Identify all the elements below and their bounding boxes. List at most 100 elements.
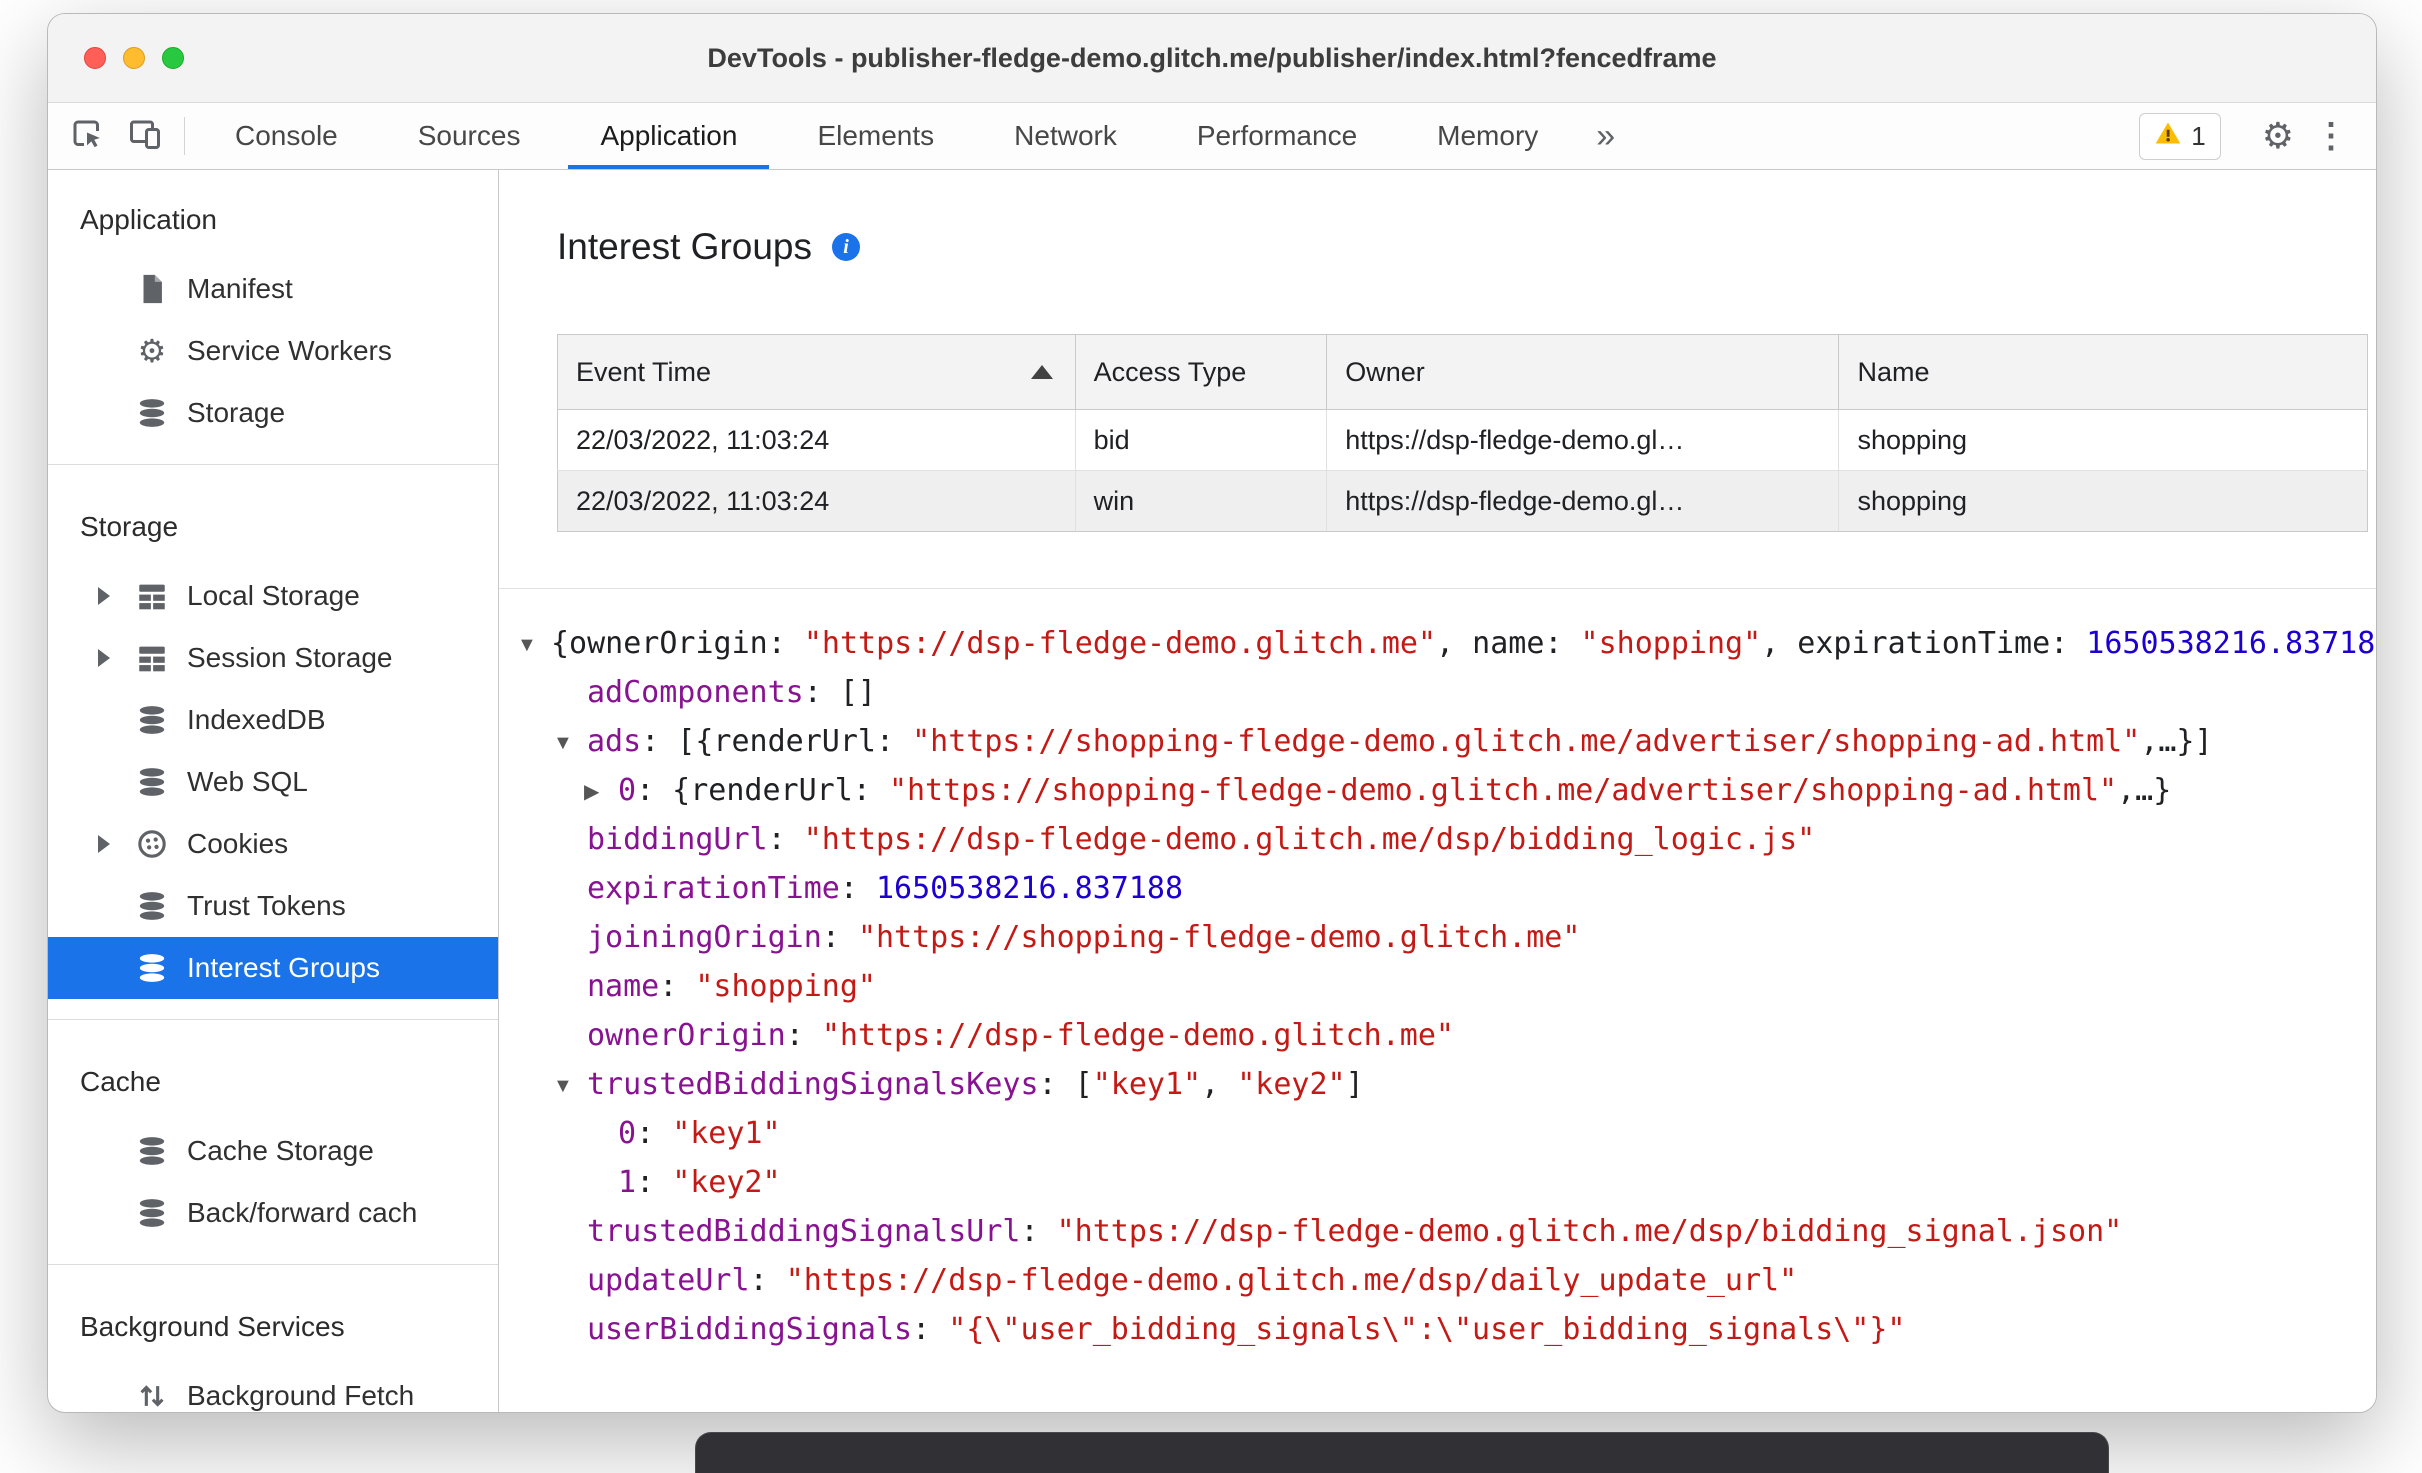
tree-line[interactable]: updateUrl: "https://dsp-fledge-demo.glit… [499, 1256, 2376, 1305]
tree-token: : [1020, 1214, 1057, 1249]
sidebar-item-label: Web SQL [187, 766, 308, 797]
tree-token: : [839, 871, 876, 906]
settings-gear-icon[interactable]: ⚙ [2262, 115, 2294, 157]
table-cell: 22/03/2022, 11:03:24 [557, 470, 1076, 532]
sidebar-item-local-storage[interactable]: Local Storage [48, 565, 498, 627]
tree-token: "key2" [672, 1165, 781, 1200]
table-row[interactable]: 22/03/2022, 11:03:24 bid https://dsp-fledg… [557, 409, 2368, 471]
inspect-element-button[interactable] [58, 103, 116, 169]
sidebar-item-trust-tokens[interactable]: Trust Tokens [48, 875, 498, 937]
sidebar-item-cache-storage[interactable]: Cache Storage [48, 1120, 498, 1182]
tree-line[interactable]: joiningOrigin: "https://shopping-fledge-… [499, 913, 2376, 962]
tab-performance[interactable]: Performance [1157, 103, 1397, 169]
tree-line[interactable]: ▼ {ownerOrigin: "https://dsp-fledge-demo.… [499, 619, 2376, 668]
sidebar-item-indexeddb[interactable]: IndexedDB [48, 689, 498, 751]
sidebar-item-web-sql[interactable]: Web SQL [48, 751, 498, 813]
issues-count: 1 [2191, 120, 2206, 151]
disclosure-triangle-icon[interactable] [98, 587, 128, 605]
tree-token: : {renderUrl: [636, 773, 889, 808]
sort-ascending-icon [1030, 365, 1053, 379]
tab-sources[interactable]: Sources [378, 103, 561, 169]
sidebar-item-session-storage[interactable]: Session Storage [48, 627, 498, 689]
expand-triangle-icon[interactable]: ▶ [584, 768, 618, 817]
database-icon [134, 950, 170, 986]
sidebar-item-service-workers[interactable]: ⚙ Service Workers [48, 320, 498, 382]
tree-token: , expirationTime: [1761, 626, 2087, 661]
sidebar-item-manifest[interactable]: Manifest [48, 258, 498, 320]
tree-token: "https://dsp-fledge-demo.glitch.me/dsp/b… [803, 822, 1816, 857]
tree-token: userBiddingSignals [587, 1312, 913, 1347]
tab-console[interactable]: Console [195, 103, 378, 169]
tree-token: "https://shopping-fledge-demo.glitch.me/… [888, 773, 2118, 808]
tree-token: "{\"user_bidding_signals\":\"user_biddin… [948, 1312, 1906, 1347]
collapse-triangle-icon[interactable]: ▼ [517, 621, 551, 670]
sidebar-item-storage[interactable]: Storage [48, 382, 498, 444]
tree-token: , [1201, 1067, 1238, 1102]
close-button[interactable] [84, 47, 106, 69]
info-icon[interactable]: i [832, 233, 861, 261]
tree-token: "key2" [1237, 1067, 1346, 1102]
tree-token: "shopping" [695, 969, 876, 1004]
sidebar-item-cookies[interactable]: Cookies [48, 813, 498, 875]
sidebar-item-label: Cache Storage [187, 1135, 374, 1166]
database-icon [134, 888, 170, 924]
tab-application[interactable]: Application [560, 103, 777, 169]
tree-token: "key1" [1092, 1067, 1202, 1102]
tree-token: : [ [1038, 1067, 1093, 1102]
database-icon [134, 395, 170, 431]
sidebar-item-label: IndexedDB [187, 704, 326, 735]
tree-line[interactable]: ▼ trustedBiddingSignalsKeys: ["key1", "ke… [499, 1060, 2376, 1109]
tree-token: "https://shopping-fledge-demo.glitch.me" [857, 920, 1581, 955]
device-toolbar-button[interactable] [116, 103, 174, 169]
table-cell: https://dsp-fledge-demo.gl… [1326, 409, 1840, 471]
sidebar-item-background-fetch[interactable]: Background Fetch [48, 1365, 498, 1412]
column-header-event-time[interactable]: Event Time [557, 334, 1076, 410]
sidebar-item-interest-groups[interactable]: Interest Groups [48, 937, 498, 999]
tree-token: "https://dsp-fledge-demo.glitch.me" [821, 1018, 1454, 1053]
tree-line[interactable]: 0: "key1" [499, 1109, 2376, 1158]
column-header-access-type[interactable]: Access Type [1074, 334, 1328, 410]
sidebar-item-back-forward-cach[interactable]: Back/forward cach [48, 1182, 498, 1244]
tree-line[interactable]: expirationTime: 1650538216.837188 [499, 864, 2376, 913]
tab-network[interactable]: Network [974, 103, 1157, 169]
issues-badge[interactable]: 1 [2139, 112, 2221, 160]
column-header-owner[interactable]: Owner [1326, 334, 1840, 410]
kebab-menu-icon[interactable]: ⋮ [2314, 116, 2348, 156]
tree-line[interactable]: biddingUrl: "https://dsp-fledge-demo.gli… [499, 815, 2376, 864]
tree-token: 1 [618, 1165, 637, 1200]
disclosure-triangle-icon[interactable] [98, 649, 128, 667]
tab-elements[interactable]: Elements [777, 103, 974, 169]
table-cell: https://dsp-fledge-demo.gl… [1326, 470, 1840, 532]
collapse-triangle-icon[interactable]: ▼ [553, 1062, 587, 1111]
tab-memory[interactable]: Memory [1397, 103, 1578, 169]
tree-line[interactable]: userBiddingSignals: "{\"user_bidding_sig… [499, 1305, 2376, 1354]
sidebar-item-label: Storage [187, 397, 286, 428]
table-cell: 22/03/2022, 11:03:24 [557, 409, 1076, 471]
zoom-button[interactable] [162, 47, 184, 69]
minimize-button[interactable] [123, 47, 145, 69]
tree-line[interactable]: ownerOrigin: "https://dsp-fledge-demo.gl… [499, 1011, 2376, 1060]
collapse-triangle-icon[interactable]: ▼ [553, 719, 587, 768]
tree-token: ownerOrigin [587, 1018, 786, 1053]
macos-dock[interactable] [695, 1432, 2109, 1473]
tree-line[interactable]: name: "shopping" [499, 962, 2376, 1011]
devtools-window: DevTools - publisher-fledge-demo.glitch.… [47, 13, 2377, 1413]
column-header-label: Name [1857, 356, 1930, 387]
tree-line[interactable]: ▶ 0: {renderUrl: "https://shopping-fledge… [499, 766, 2376, 815]
tree-line[interactable]: trustedBiddingSignalsUrl: "https://dsp-f… [499, 1207, 2376, 1256]
database-icon [134, 1133, 170, 1169]
sidebar-item-label: Cookies [187, 828, 289, 859]
tree-line[interactable]: 1: "key2" [499, 1158, 2376, 1207]
tree-line[interactable]: ▼ ads: [{renderUrl: "https://shopping-fle… [499, 717, 2376, 766]
tree-token: : [749, 1263, 786, 1298]
column-header-name[interactable]: Name [1838, 334, 2368, 410]
table-row[interactable]: 22/03/2022, 11:03:24 win https://dsp-fledg… [557, 470, 2368, 532]
tree-token: adComponents [587, 675, 804, 710]
more-tabs-button[interactable]: » [1578, 103, 1633, 169]
tree-token: updateUrl [587, 1263, 750, 1298]
tree-line[interactable]: adComponents: [] [499, 668, 2376, 717]
disclosure-triangle-icon[interactable] [98, 835, 128, 853]
tree-token: "shopping" [1580, 626, 1762, 661]
database-icon [134, 1195, 170, 1231]
tree-token: "https://dsp-fledge-demo.glitch.me/dsp/d… [785, 1263, 1798, 1298]
